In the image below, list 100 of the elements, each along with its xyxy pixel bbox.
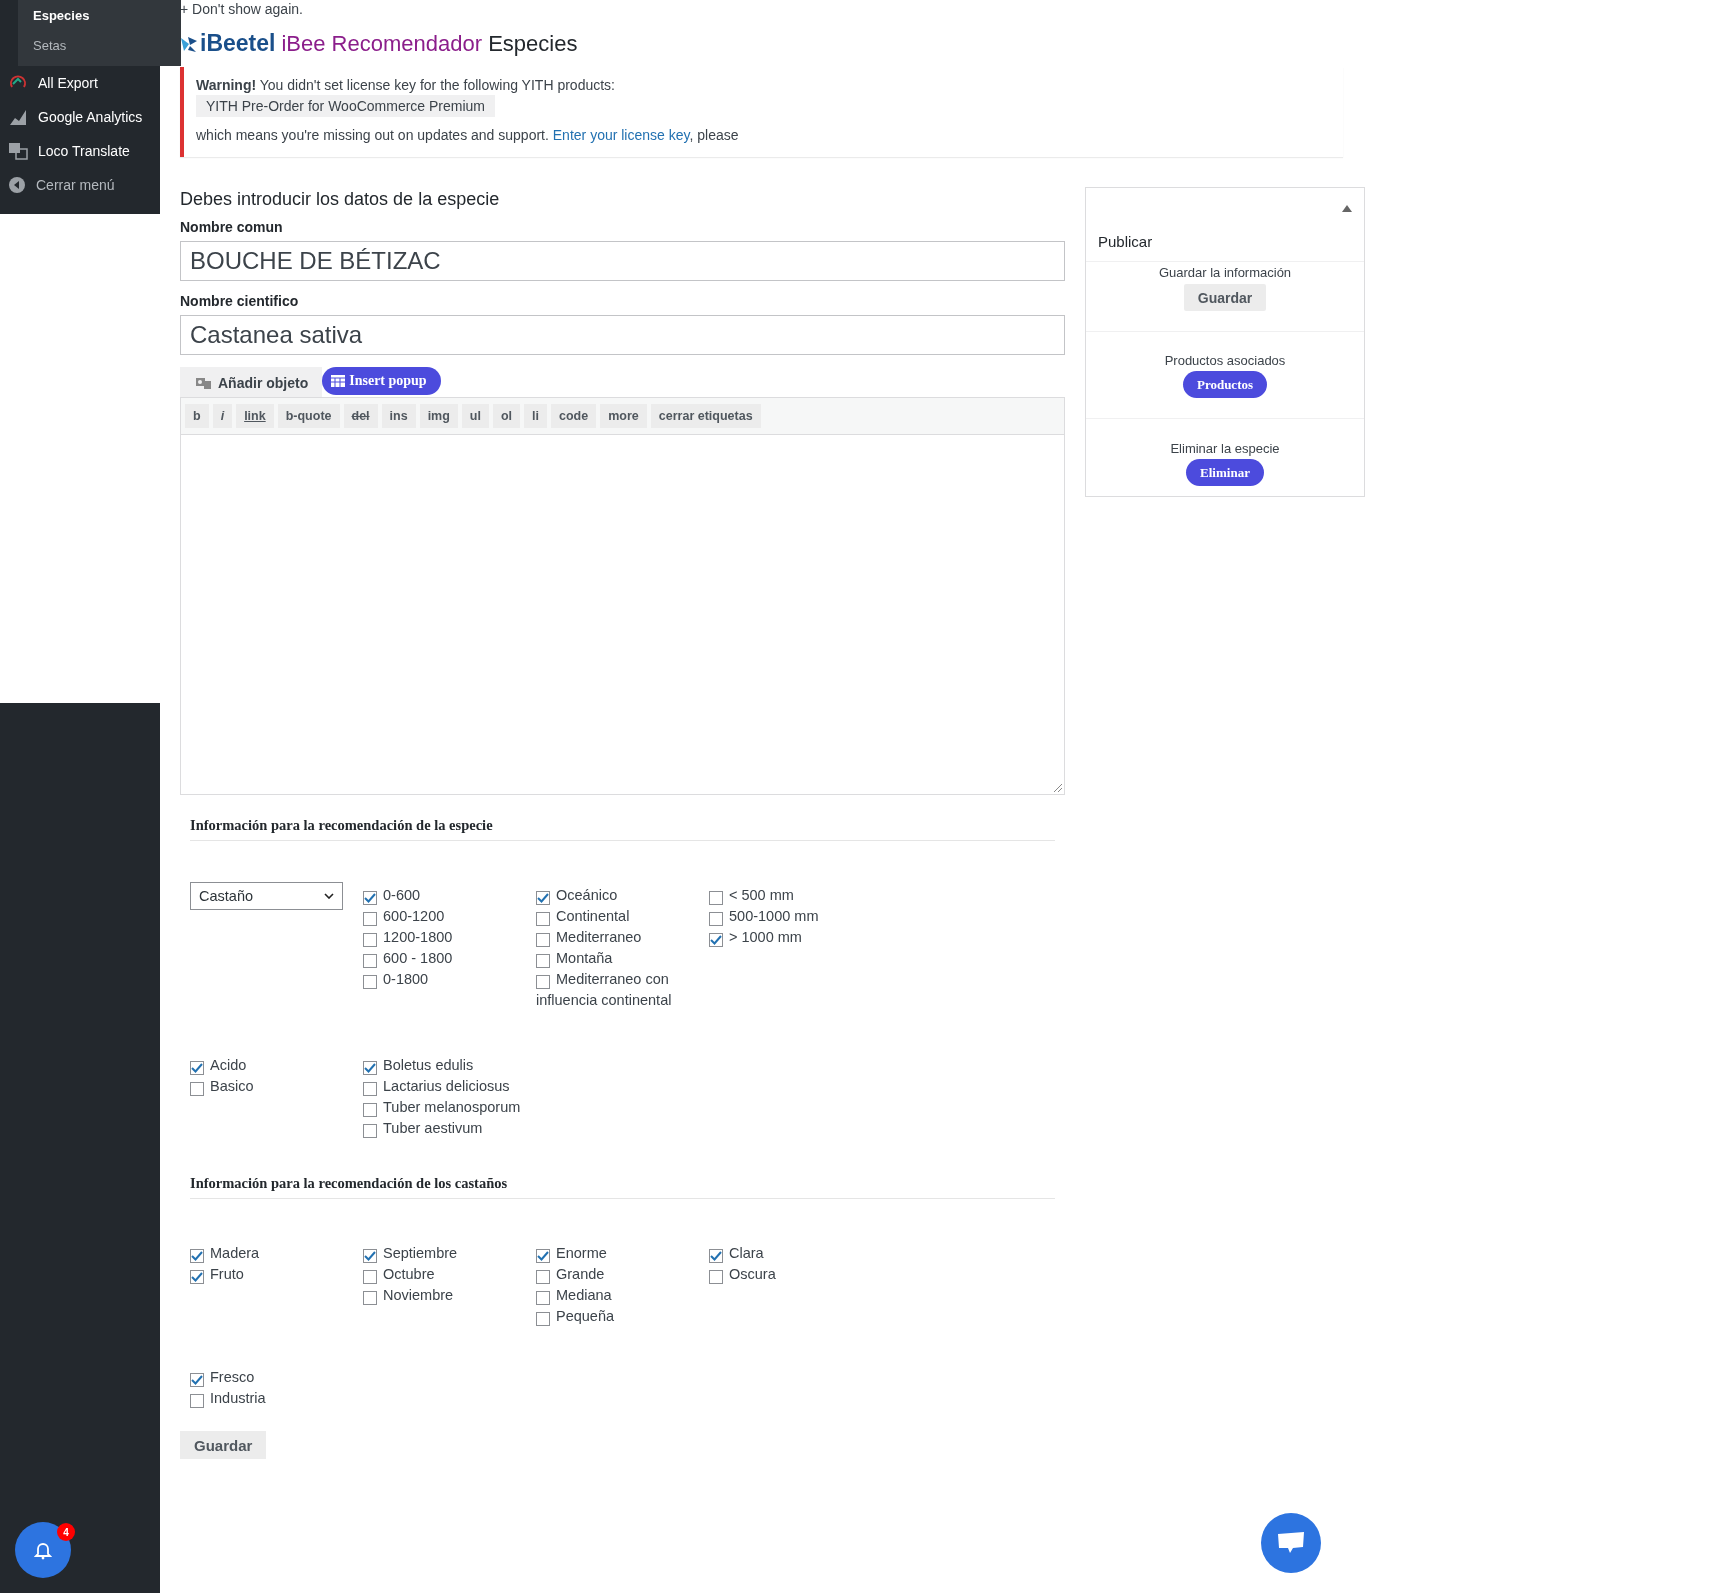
checkbox-option[interactable]: Tuber aestivum bbox=[363, 1118, 525, 1139]
checkbox[interactable] bbox=[190, 1061, 204, 1076]
checkbox-option[interactable]: Lactarius deliciosus bbox=[363, 1076, 525, 1097]
panel-button[interactable]: Eliminar bbox=[1186, 459, 1264, 486]
checkbox[interactable] bbox=[190, 1373, 204, 1388]
checkbox[interactable] bbox=[190, 1270, 204, 1285]
resize-handle-icon[interactable] bbox=[1054, 784, 1062, 792]
checkbox-option[interactable]: 0-1800 bbox=[363, 969, 525, 990]
save-button[interactable]: Guardar bbox=[180, 1431, 267, 1459]
section-title: Información para la recomendación de la especie bbox=[190, 817, 1055, 841]
checkbox[interactable] bbox=[363, 891, 377, 906]
toolbar-button[interactable]: link bbox=[236, 404, 274, 428]
toolbar-button[interactable]: img bbox=[419, 404, 458, 428]
checkbox[interactable] bbox=[536, 1249, 550, 1264]
checkbox-option[interactable]: Industria bbox=[190, 1388, 352, 1409]
checkbox[interactable] bbox=[363, 1061, 377, 1076]
logo-mark-icon bbox=[180, 34, 198, 53]
toolbar-button[interactable]: code bbox=[551, 404, 597, 428]
checkbox[interactable] bbox=[363, 1270, 377, 1285]
checkbox-option[interactable]: Tuber melanosporum bbox=[363, 1097, 525, 1118]
checkbox-option[interactable]: < 500 mm bbox=[709, 885, 871, 906]
checkbox[interactable] bbox=[536, 933, 550, 948]
checkbox[interactable] bbox=[709, 912, 723, 927]
field-label: Nombre cientifico bbox=[180, 293, 300, 309]
checkbox[interactable] bbox=[190, 1082, 204, 1097]
checkbox[interactable] bbox=[709, 1270, 723, 1285]
checkbox-option[interactable]: Oscura bbox=[709, 1264, 871, 1285]
checkbox-option[interactable]: Enorme bbox=[536, 1243, 698, 1264]
checkbox[interactable] bbox=[709, 891, 723, 906]
checkbox-option[interactable]: Fruto bbox=[190, 1264, 352, 1285]
checkbox[interactable] bbox=[709, 933, 723, 948]
toolbar-button[interactable]: ins bbox=[381, 404, 416, 428]
checkbox-option[interactable]: Continental bbox=[536, 906, 698, 927]
checkbox[interactable] bbox=[536, 1312, 550, 1327]
checkbox-option[interactable]: Boletus edulis bbox=[363, 1055, 525, 1076]
collapse-caret-icon[interactable] bbox=[1342, 205, 1352, 212]
checkbox[interactable] bbox=[363, 912, 377, 927]
checkbox[interactable] bbox=[363, 933, 377, 948]
toolbar-button[interactable]: b-quote bbox=[277, 404, 340, 428]
dropdown[interactable]: Castaño bbox=[190, 882, 343, 910]
checkbox-option[interactable]: 1200-1800 bbox=[363, 927, 525, 948]
panel-button[interactable]: Guardar bbox=[1183, 284, 1267, 311]
text-field[interactable]: BOUCHE DE BÉTIZAC bbox=[180, 241, 1065, 281]
panel-title: Publicar bbox=[1098, 233, 1153, 250]
checkbox-option[interactable]: 0-600 bbox=[363, 885, 525, 906]
sidebar-item[interactable]: All Export bbox=[0, 66, 160, 100]
toolbar-button[interactable]: del bbox=[343, 404, 378, 428]
text-field[interactable]: Castanea sativa bbox=[180, 315, 1065, 355]
add-media-button[interactable]: Añadir objeto bbox=[180, 367, 323, 397]
checkbox-option[interactable]: Montaña bbox=[536, 948, 698, 969]
checkbox[interactable] bbox=[363, 975, 377, 990]
checkbox[interactable] bbox=[363, 1249, 377, 1264]
sidebar-item[interactable]: Google Analytics bbox=[0, 100, 160, 134]
checkbox-option[interactable]: Grande bbox=[536, 1264, 698, 1285]
checkbox[interactable] bbox=[536, 912, 550, 927]
checkbox-option[interactable]: Mediterraneo bbox=[536, 927, 698, 948]
checkbox-option[interactable]: 500-1000 mm bbox=[709, 906, 871, 927]
toolbar-button[interactable]: li bbox=[524, 404, 548, 428]
submenu-item[interactable]: Setas bbox=[33, 34, 181, 58]
panel-button[interactable]: Productos bbox=[1182, 371, 1268, 398]
checkbox[interactable] bbox=[536, 891, 550, 906]
checkbox[interactable] bbox=[363, 954, 377, 969]
checkbox[interactable] bbox=[536, 1291, 550, 1306]
checkbox-option[interactable]: Clara bbox=[709, 1243, 871, 1264]
submenu-item[interactable]: Especies bbox=[33, 4, 181, 28]
toolbar-button[interactable]: b bbox=[185, 404, 209, 428]
toolbar-button[interactable]: ul bbox=[461, 404, 489, 428]
checkbox-option[interactable]: Pequeña bbox=[536, 1306, 698, 1327]
toolbar-button[interactable]: ol bbox=[492, 404, 521, 428]
sidebar-item[interactable]: Cerrar menú bbox=[0, 168, 160, 202]
checkbox-option[interactable]: Basico bbox=[190, 1076, 352, 1097]
toolbar-button[interactable]: cerrar etiquetas bbox=[650, 404, 761, 428]
checkbox-option[interactable]: Octubre bbox=[363, 1264, 525, 1285]
checkbox-option[interactable]: Septiembre bbox=[363, 1243, 525, 1264]
dismiss-link[interactable]: + Don't show again. bbox=[180, 0, 1710, 18]
checkbox-option[interactable]: Madera bbox=[190, 1243, 352, 1264]
checkbox[interactable] bbox=[709, 1249, 723, 1264]
checkbox[interactable] bbox=[363, 1082, 377, 1097]
checkbox[interactable] bbox=[536, 954, 550, 969]
checkbox-option[interactable]: Noviembre bbox=[363, 1285, 525, 1306]
checkbox[interactable] bbox=[363, 1124, 377, 1139]
checkbox-option[interactable]: > 1000 mm bbox=[709, 927, 871, 948]
checkbox-option[interactable]: Mediterraneo con influencia continental bbox=[536, 969, 698, 1011]
checkbox-option[interactable]: Mediana bbox=[536, 1285, 698, 1306]
checkbox-option[interactable]: 600-1200 bbox=[363, 906, 525, 927]
checkbox[interactable] bbox=[536, 975, 550, 990]
checkbox[interactable] bbox=[190, 1249, 204, 1264]
insert-popup-button[interactable]: Insert popup bbox=[322, 367, 441, 395]
checkbox[interactable] bbox=[190, 1394, 204, 1409]
checkbox[interactable] bbox=[536, 1270, 550, 1285]
checkbox-option[interactable]: 600 - 1800 bbox=[363, 948, 525, 969]
toolbar-button[interactable]: more bbox=[600, 404, 647, 428]
checkbox[interactable] bbox=[363, 1103, 377, 1118]
sidebar-item[interactable]: Loco Translate bbox=[0, 134, 160, 168]
toolbar-button[interactable]: i bbox=[212, 404, 233, 428]
chat-button[interactable] bbox=[1261, 1513, 1321, 1573]
checkbox[interactable] bbox=[363, 1291, 377, 1306]
checkbox-option[interactable]: Oceánico bbox=[536, 885, 698, 906]
checkbox-option[interactable]: Fresco bbox=[190, 1367, 352, 1388]
checkbox-option[interactable]: Acido bbox=[190, 1055, 352, 1076]
